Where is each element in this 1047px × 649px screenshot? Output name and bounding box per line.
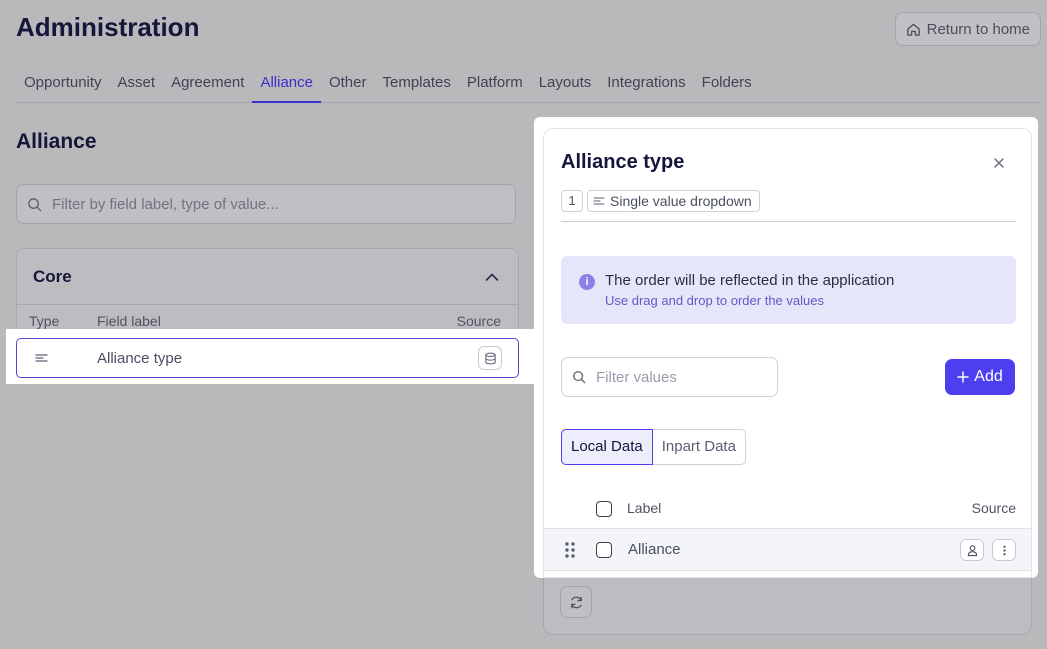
column-field-label: Field label bbox=[97, 313, 161, 329]
tab-integrations[interactable]: Integrations bbox=[599, 72, 693, 103]
row-checkbox[interactable] bbox=[596, 542, 612, 558]
info-title: The order will be reflected in the appli… bbox=[605, 272, 895, 289]
admin-tabs: Opportunity Asset Agreement Alliance Oth… bbox=[16, 72, 1040, 103]
values-filter-placeholder: Filter values bbox=[596, 368, 677, 386]
list-lines-icon bbox=[35, 354, 48, 362]
tab-other[interactable]: Other bbox=[321, 72, 375, 103]
return-home-button[interactable]: Return to home bbox=[894, 12, 1041, 46]
column-label: Label bbox=[627, 500, 662, 516]
field-label: Alliance type bbox=[97, 350, 183, 367]
core-header[interactable]: Core bbox=[17, 249, 518, 305]
refresh-button[interactable] bbox=[560, 586, 592, 618]
add-value-button[interactable]: Add bbox=[945, 359, 1015, 395]
search-icon bbox=[28, 197, 42, 211]
source-database-chip bbox=[478, 346, 502, 370]
user-icon bbox=[967, 544, 977, 556]
select-all-checkbox[interactable] bbox=[596, 501, 612, 517]
value-label: Alliance bbox=[628, 541, 681, 558]
value-count-badge: 1 bbox=[561, 190, 583, 212]
tab-templates[interactable]: Templates bbox=[374, 72, 458, 103]
tab-platform[interactable]: Platform bbox=[459, 72, 531, 103]
plus-icon bbox=[957, 371, 970, 383]
value-row-alliance[interactable]: Alliance bbox=[544, 529, 1031, 571]
values-filter-input[interactable]: Filter values bbox=[561, 357, 778, 397]
alliance-type-panel: Alliance type 1 Single value dropdown i … bbox=[543, 128, 1032, 578]
segment-local-data[interactable]: Local Data bbox=[561, 429, 653, 465]
values-list-header: Label Source bbox=[544, 489, 1031, 529]
tab-opportunity[interactable]: Opportunity bbox=[16, 72, 110, 103]
chevron-up-icon[interactable] bbox=[484, 269, 500, 285]
tab-folders[interactable]: Folders bbox=[694, 72, 760, 103]
tab-agreement[interactable]: Agreement bbox=[163, 72, 252, 103]
core-section: Core Type Field label Source bbox=[16, 248, 519, 330]
column-source: Source bbox=[456, 313, 501, 329]
field-row-alliance-type[interactable]: Alliance type bbox=[16, 338, 519, 378]
info-icon: i bbox=[579, 274, 595, 290]
database-icon bbox=[484, 352, 496, 364]
info-banner: i The order will be reflected in the app… bbox=[561, 256, 1016, 324]
more-vertical-icon bbox=[1002, 545, 1006, 555]
list-lines-icon bbox=[593, 197, 605, 205]
core-title: Core bbox=[33, 266, 72, 286]
core-column-headers: Type Field label Source bbox=[17, 305, 518, 331]
segment-inpart-data[interactable]: Inpart Data bbox=[652, 429, 746, 465]
row-more-button[interactable] bbox=[992, 539, 1016, 561]
field-type-badge: Single value dropdown bbox=[587, 190, 760, 212]
info-subtitle: Use drag and drop to order the values bbox=[605, 293, 824, 308]
return-home-label: Return to home bbox=[926, 20, 1030, 38]
tab-alliance[interactable]: Alliance bbox=[252, 72, 321, 103]
page-title: Administration bbox=[16, 12, 200, 42]
add-label: Add bbox=[974, 368, 1003, 385]
panel-title: Alliance type bbox=[561, 151, 685, 173]
tab-layouts[interactable]: Layouts bbox=[531, 72, 600, 103]
close-icon[interactable] bbox=[991, 155, 1007, 171]
source-user-chip bbox=[960, 539, 984, 561]
column-type: Type bbox=[29, 313, 60, 329]
field-filter-placeholder: Filter by field label, type of value... bbox=[52, 195, 279, 213]
field-type-label: Single value dropdown bbox=[610, 193, 752, 209]
search-icon bbox=[573, 371, 586, 384]
drag-handle-icon[interactable] bbox=[564, 541, 576, 559]
data-source-toggle: Local Data Inpart Data bbox=[561, 429, 746, 465]
home-icon bbox=[906, 23, 920, 36]
field-meta: 1 Single value dropdown bbox=[561, 190, 1016, 222]
field-filter-input[interactable]: Filter by field label, type of value... bbox=[16, 184, 516, 224]
refresh-icon bbox=[570, 596, 582, 608]
column-source: Source bbox=[971, 500, 1016, 516]
tab-asset[interactable]: Asset bbox=[110, 72, 164, 103]
section-title: Alliance bbox=[16, 130, 97, 153]
